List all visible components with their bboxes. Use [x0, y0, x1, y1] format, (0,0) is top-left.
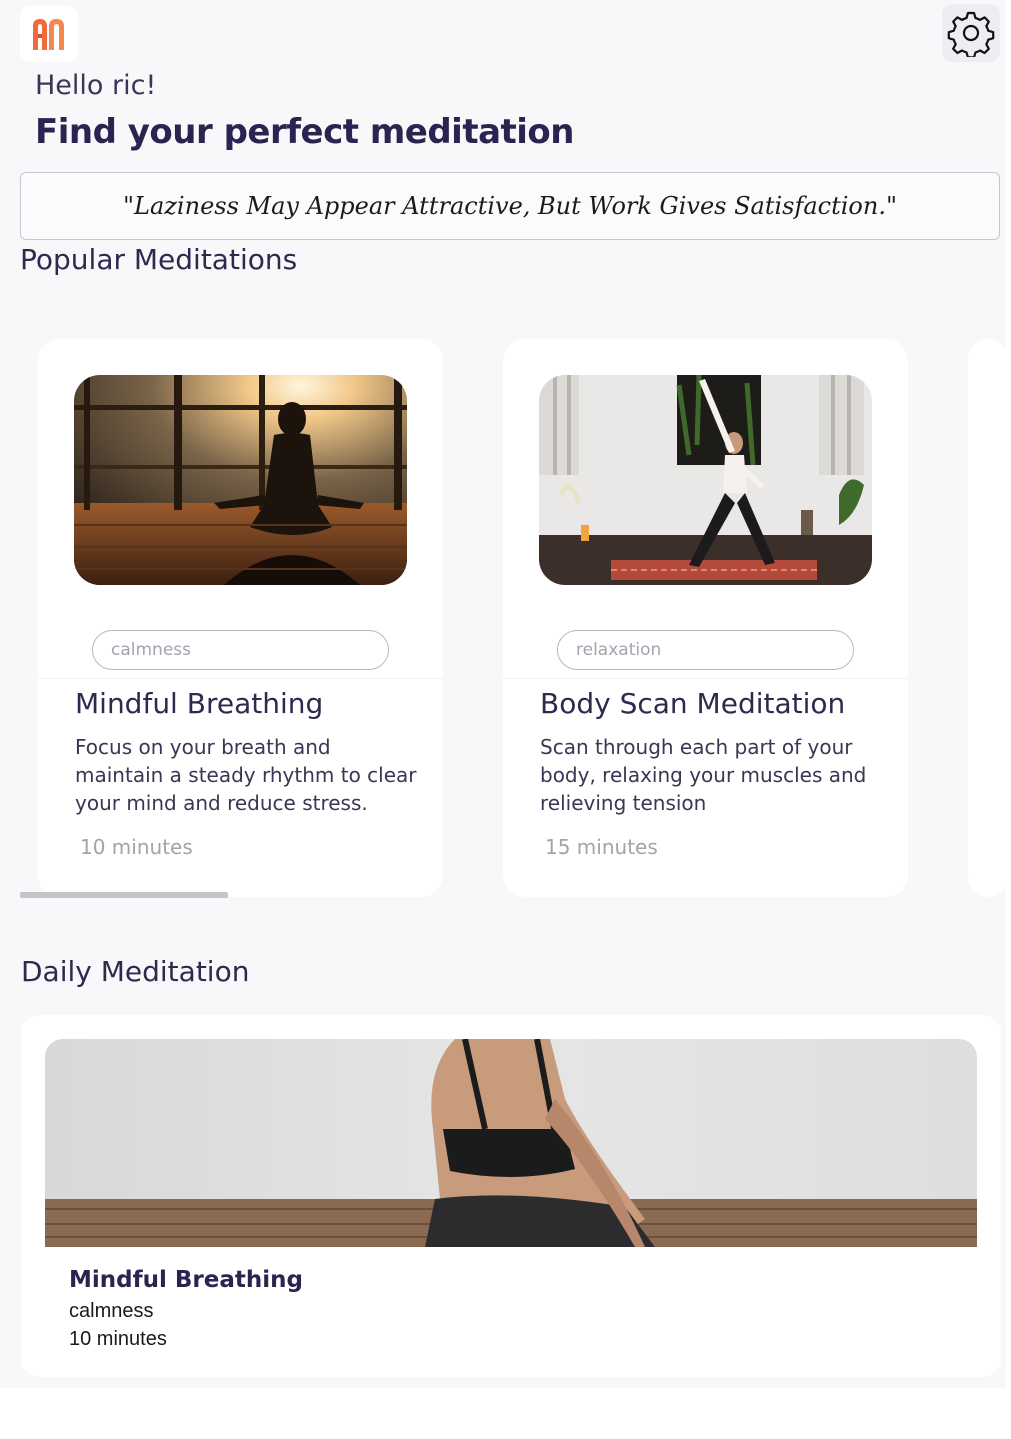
carousel-scrollbar[interactable]	[20, 892, 228, 898]
greeting-text: Hello ric!	[35, 70, 157, 101]
popular-section-title: Popular Meditations	[20, 243, 298, 276]
app-screen: Hello ric! Find your perfect meditation …	[0, 0, 1008, 1388]
card-description: Focus on your breath and maintain a stea…	[75, 735, 417, 815]
card-divider	[503, 678, 908, 679]
brand-logo-icon	[33, 19, 64, 50]
silhouette-meditation-photo	[74, 375, 407, 585]
quote-text: "Laziness May Appear Attractive, But Wor…	[123, 192, 897, 220]
gear-icon	[947, 11, 995, 57]
daily-title: Mindful Breathing	[69, 1267, 303, 1293]
meditation-card[interactable]: relaxation Body Scan Meditation Scan thr…	[503, 339, 908, 897]
seated-woman-photo	[45, 1039, 977, 1247]
daily-section-title: Daily Meditation	[21, 955, 250, 988]
quote-box: "Laziness May Appear Attractive, But Wor…	[20, 172, 1000, 240]
meditation-card[interactable]: calmness Mindful Breathing Focus on your…	[38, 339, 443, 897]
card-duration: 10 minutes	[80, 835, 193, 859]
page-headline: Find your perfect meditation	[35, 112, 575, 152]
daily-duration: 10 minutes	[69, 1328, 167, 1350]
daily-category: calmness	[69, 1300, 154, 1322]
card-description: Scan through each part of your body, rel…	[540, 735, 867, 815]
card-duration: 15 minutes	[545, 835, 658, 859]
brand-logo[interactable]	[20, 6, 78, 62]
card-divider	[38, 678, 443, 679]
category-tag: relaxation	[557, 630, 854, 670]
settings-button[interactable]	[942, 4, 1000, 62]
yoga-pose-photo	[539, 375, 872, 585]
card-title: Body Scan Meditation	[540, 687, 846, 720]
meditation-card-partial[interactable]	[968, 339, 1008, 897]
daily-meditation-card[interactable]: Mindful Breathing calmness 10 minutes	[21, 1015, 1001, 1377]
card-title: Mindful Breathing	[75, 687, 324, 720]
category-tag: calmness	[92, 630, 389, 670]
